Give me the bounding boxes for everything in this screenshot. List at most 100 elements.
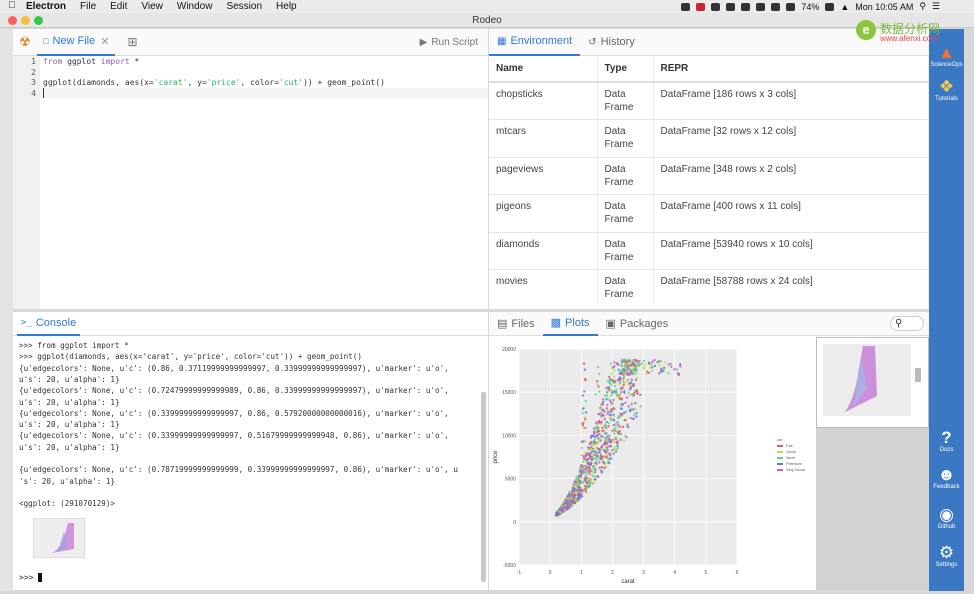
console-line: {u'edgecolors': None, u'c': (0.724799999…: [19, 386, 449, 396]
tab-console[interactable]: >_ Console: [17, 312, 81, 336]
tab-new-file[interactable]: □ New File ✕: [37, 29, 116, 56]
table-row[interactable]: pigeons Data Frame DataFrame [400 rows x …: [489, 194, 929, 232]
code-line-1[interactable]: from ggplot import *: [43, 57, 139, 68]
dropbox-icon[interactable]: [711, 2, 721, 11]
tab-history-label: History: [600, 36, 635, 48]
legend-label: Fair: [786, 443, 794, 448]
scatter-point: [608, 378, 612, 381]
minimize-window-icon[interactable]: [21, 16, 30, 25]
scatter-point: [612, 423, 615, 427]
console-line: {u'edgecolors': None, u'c': (0.339999999…: [19, 431, 449, 441]
scatter-point: [588, 452, 592, 455]
scatter-point: [601, 459, 604, 462]
console-plot-thumbnail[interactable]: [33, 518, 85, 558]
menubar-clock[interactable]: Mon 10:05 AM: [855, 2, 913, 12]
sidebar-item-docs[interactable]: ? Docs: [929, 428, 964, 453]
wifi-icon[interactable]: ▲: [840, 2, 849, 12]
scatter-point: [618, 414, 621, 418]
scatter-point: [616, 441, 619, 445]
table-row[interactable]: mtcars Data Frame DataFrame [32 rows x 12…: [489, 119, 929, 157]
editor-pane: ☢ □ New File ✕ ⊞ ▶ Run Script 1 2 3 4 fr…: [13, 29, 488, 309]
tab-environment[interactable]: ▦ Environment: [489, 29, 581, 56]
tab-history[interactable]: ↺ History: [580, 29, 643, 56]
scatter-point: [590, 478, 593, 482]
scatter-point: [625, 396, 629, 399]
menu-session[interactable]: Session: [226, 1, 262, 12]
cell-type-b: Frame: [604, 139, 634, 150]
cell-name: pigeons: [489, 194, 598, 232]
legend-label: Ideal: [786, 455, 795, 460]
add-tab-icon[interactable]: ⊞: [127, 35, 137, 49]
menu-file[interactable]: File: [80, 1, 96, 12]
plots-search-button[interactable]: ⚲: [890, 316, 924, 331]
menu-edit[interactable]: Edit: [110, 1, 127, 12]
sidebar-item-settings[interactable]: ⚙ Settings: [929, 543, 964, 568]
scatter-point: [594, 393, 597, 396]
close-tab-icon[interactable]: ✕: [100, 35, 109, 48]
scatter-point: [585, 481, 589, 485]
scatter-point: [629, 364, 633, 367]
col-header-repr[interactable]: REPR: [653, 56, 929, 83]
scatter-point: [679, 365, 682, 368]
sidebar-item-github[interactable]: ◉ Github: [929, 505, 964, 530]
history-thumbnail-scatter: [823, 344, 921, 416]
tab-files[interactable]: ▤ Files: [489, 310, 543, 337]
scatter-point: [619, 437, 622, 441]
scatter-point: [626, 366, 630, 370]
cell-type: Data Frame: [597, 269, 654, 307]
maximize-window-icon[interactable]: [34, 16, 43, 25]
code-line-3[interactable]: ggplot(diamonds, aes(x='carat', y='price…: [43, 78, 385, 89]
table-row[interactable]: pageviews Data Frame DataFrame [348 rows …: [489, 156, 929, 195]
tray-red-icon[interactable]: [696, 2, 706, 11]
rodeo-logo-icon: ☢: [19, 34, 31, 49]
console-scrollbar[interactable]: [481, 392, 486, 582]
plot-history-thumbnail[interactable]: [816, 337, 929, 428]
right-sidebar: ▲ ScienceOps ❖ Tutorials ? Docs ☻ Feedba…: [929, 29, 964, 591]
y-tick-label: 0: [513, 520, 516, 526]
menu-app-name[interactable]: Electron: [26, 1, 66, 12]
close-window-icon[interactable]: [8, 16, 17, 25]
battery-percent[interactable]: 74%: [801, 2, 819, 12]
camera-icon[interactable]: [756, 2, 766, 11]
timemachine-icon[interactable]: [771, 2, 781, 11]
scatter-point: [630, 407, 633, 410]
table-row[interactable]: movies Data Frame DataFrame [58788 rows x…: [489, 269, 929, 307]
scatter-point: [608, 434, 611, 437]
scatter-point: [616, 421, 619, 424]
scatter-point: [612, 398, 615, 402]
col-header-type[interactable]: Type: [597, 56, 654, 83]
col-header-name[interactable]: Name: [489, 56, 598, 83]
notification-icon[interactable]: ☰: [932, 1, 940, 12]
table-row[interactable]: diamonds Data Frame DataFrame [53940 rows…: [489, 231, 929, 270]
scatter-point: [622, 375, 626, 378]
cell-type: Data Frame: [597, 194, 654, 232]
bluetooth-icon[interactable]: [786, 2, 796, 11]
sidebar-item-feedback[interactable]: ☻ Feedback: [929, 465, 964, 490]
scatter-point: [662, 370, 665, 373]
menu-help[interactable]: Help: [276, 1, 297, 12]
spotlight-icon[interactable]: ⚲: [919, 1, 926, 12]
tray-icon[interactable]: [681, 2, 691, 11]
run-script-button[interactable]: ▶ Run Script: [420, 37, 478, 48]
apple-icon[interactable]: : [8, 0, 16, 11]
sync-icon[interactable]: [726, 2, 736, 11]
scatter-point: [647, 361, 651, 364]
plot-history-column: [816, 337, 929, 590]
scatter-point: [584, 379, 587, 382]
scatter-point: [616, 445, 619, 448]
tab-plots[interactable]: ▩ Plots: [542, 312, 598, 336]
console-prompt[interactable]: >>>: [19, 573, 43, 582]
menu-view[interactable]: View: [141, 1, 163, 12]
scatter-point: [581, 407, 585, 410]
cloud-icon[interactable]: [741, 2, 751, 11]
scatter-point: [571, 489, 575, 492]
scatter-point: [629, 381, 633, 384]
scatter-point: [606, 403, 609, 407]
tab-packages[interactable]: ▣ Packages: [598, 310, 677, 337]
sidebar-item-scienceops[interactable]: ▲ ScienceOps: [929, 43, 964, 68]
scatter-point: [597, 413, 600, 416]
menu-window[interactable]: Window: [177, 1, 213, 12]
table-row[interactable]: chopsticks Data Frame DataFrame [186 rows…: [489, 81, 929, 120]
battery-icon[interactable]: [825, 2, 835, 11]
sidebar-item-tutorials[interactable]: ❖ Tutorials: [929, 77, 964, 102]
